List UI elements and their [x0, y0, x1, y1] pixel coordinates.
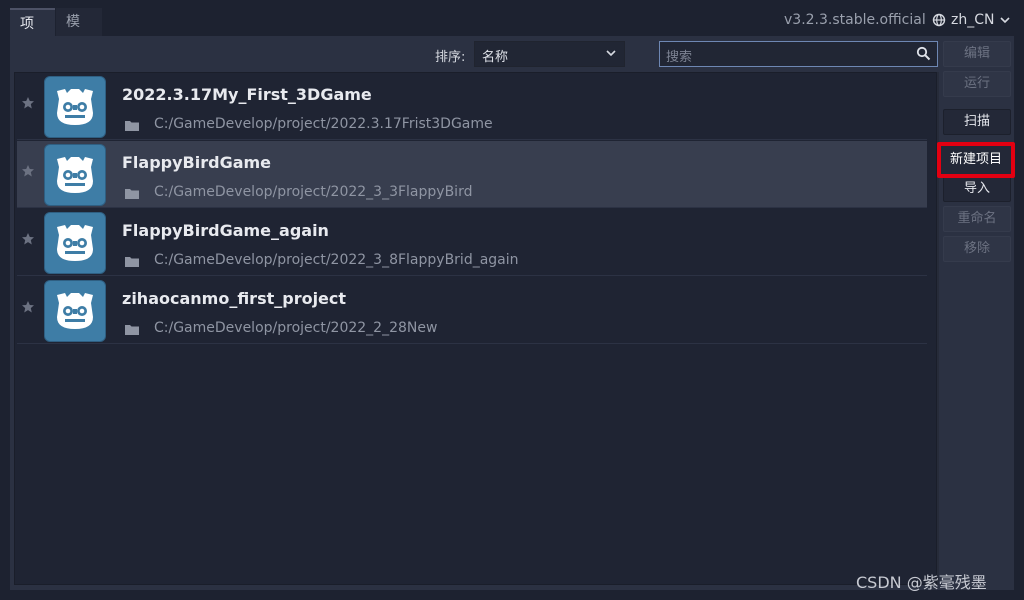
- new-project-button[interactable]: 新建项目: [937, 142, 1015, 178]
- rename-button[interactable]: 重命名: [943, 206, 1011, 232]
- project-row[interactable]: 2022.3.17My_First_3DGame C:/GameDevelop/…: [17, 73, 927, 140]
- project-name: 2022.3.17My_First_3DGame: [122, 85, 372, 104]
- folder-icon: [125, 121, 139, 131]
- project-row[interactable]: zihaocanmo_first_project C:/GameDevelop/…: [17, 277, 927, 344]
- project-path: C:/GameDevelop/project/2022_3_8FlappyBri…: [154, 252, 519, 268]
- sort-value: 名称: [482, 50, 509, 65]
- project-path: C:/GameDevelop/project/2022_3_3FlappyBir…: [154, 184, 473, 200]
- search-icon[interactable]: [916, 46, 931, 61]
- folder-icon: [125, 257, 139, 267]
- run-button[interactable]: 运行: [943, 71, 1011, 97]
- star-icon[interactable]: [21, 232, 35, 246]
- import-button[interactable]: 导入: [943, 176, 1011, 202]
- watermark: CSDN @紫毫残墨: [856, 573, 987, 592]
- star-icon[interactable]: [21, 96, 35, 110]
- godot-icon: [44, 280, 106, 342]
- engine-version: v3.2.3.stable.official: [784, 12, 926, 28]
- project-path: C:/GameDevelop/project/2022_2_28New: [154, 320, 438, 336]
- search-placeholder: 搜索: [666, 50, 693, 65]
- project-row[interactable]: FlappyBirdGame_again C:/GameDevelop/proj…: [17, 209, 927, 276]
- search-input[interactable]: 搜索: [659, 41, 938, 67]
- sort-dropdown[interactable]: 名称: [474, 41, 625, 67]
- star-icon[interactable]: [21, 164, 35, 178]
- folder-icon: [125, 189, 139, 199]
- project-list[interactable]: 2022.3.17My_First_3DGame C:/GameDevelop/…: [14, 72, 937, 585]
- tab-projects[interactable]: 项目: [10, 8, 55, 60]
- project-name: zihaocanmo_first_project: [122, 289, 347, 308]
- project-path: C:/GameDevelop/project/2022.3.17Frist3DG…: [154, 116, 493, 132]
- folder-icon: [125, 325, 139, 335]
- language-label: zh_CN: [951, 12, 995, 28]
- chevron-down-icon: [606, 50, 616, 57]
- chevron-down-icon: [1000, 17, 1011, 24]
- sort-label: 排序:: [435, 50, 466, 65]
- edit-button[interactable]: 编辑: [943, 41, 1011, 67]
- tab-templates[interactable]: 模板: [56, 8, 102, 58]
- godot-icon: [44, 76, 106, 138]
- project-row[interactable]: FlappyBirdGame C:/GameDevelop/project/20…: [17, 141, 927, 208]
- godot-icon: [44, 144, 106, 206]
- scan-button[interactable]: 扫描: [943, 109, 1011, 135]
- language-selector[interactable]: zh_CN: [932, 12, 1011, 28]
- project-name: FlappyBirdGame_again: [122, 221, 329, 240]
- godot-icon: [44, 212, 106, 274]
- project-name: FlappyBirdGame: [122, 153, 272, 172]
- globe-icon: [932, 13, 946, 27]
- remove-button[interactable]: 移除: [943, 236, 1011, 262]
- star-icon[interactable]: [21, 300, 35, 314]
